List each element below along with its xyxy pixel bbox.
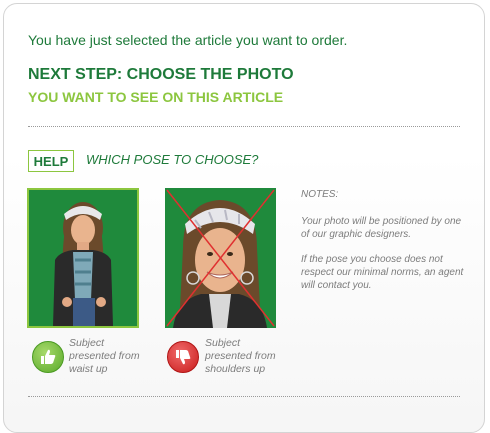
caption-shoulders-up-line3: shoulders up: [205, 363, 266, 375]
example-photo-waist-up: [27, 188, 139, 328]
caption-waist-up-line3: waist up: [69, 363, 108, 375]
notes-paragraph-positioning: Your photo will be positioned by one of …: [301, 216, 462, 240]
divider-top: [28, 126, 460, 127]
help-badge[interactable]: HELP: [28, 150, 74, 172]
shoulders-up-portrait-image: [166, 189, 275, 328]
caption-waist-up: Subject presented from waist up: [69, 337, 159, 376]
caption-waist-up-line2: presented from: [69, 350, 140, 362]
help-question: WHICH POSE TO CHOOSE?: [86, 152, 259, 167]
notes-panel: NOTES: Your photo will be positioned by …: [301, 188, 471, 304]
waist-up-portrait-image: [53, 202, 113, 326]
caption-shoulders-up-line2: presented from: [205, 350, 276, 362]
caption-shoulders-up-line1: Subject: [205, 337, 241, 349]
notes-title: NOTES:: [301, 189, 339, 200]
example-photo-shoulders-up: [165, 188, 276, 328]
caption-shoulders-up: Subject presented from shoulders up: [205, 337, 295, 376]
intro-text: You have just selected the article you w…: [28, 32, 348, 48]
caption-waist-up-line1: Subject: [69, 337, 105, 349]
next-step-title: NEXT STEP: CHOOSE THE PHOTO: [28, 66, 294, 83]
notes-paragraph-norms: If the pose you choose does not respect …: [301, 254, 464, 291]
next-step-subtitle: YOU WANT TO SEE ON THIS ARTICLE: [28, 89, 284, 105]
divider-bottom: [28, 396, 460, 397]
thumbs-up-icon: [32, 341, 64, 373]
thumbs-down-icon: [167, 341, 199, 373]
